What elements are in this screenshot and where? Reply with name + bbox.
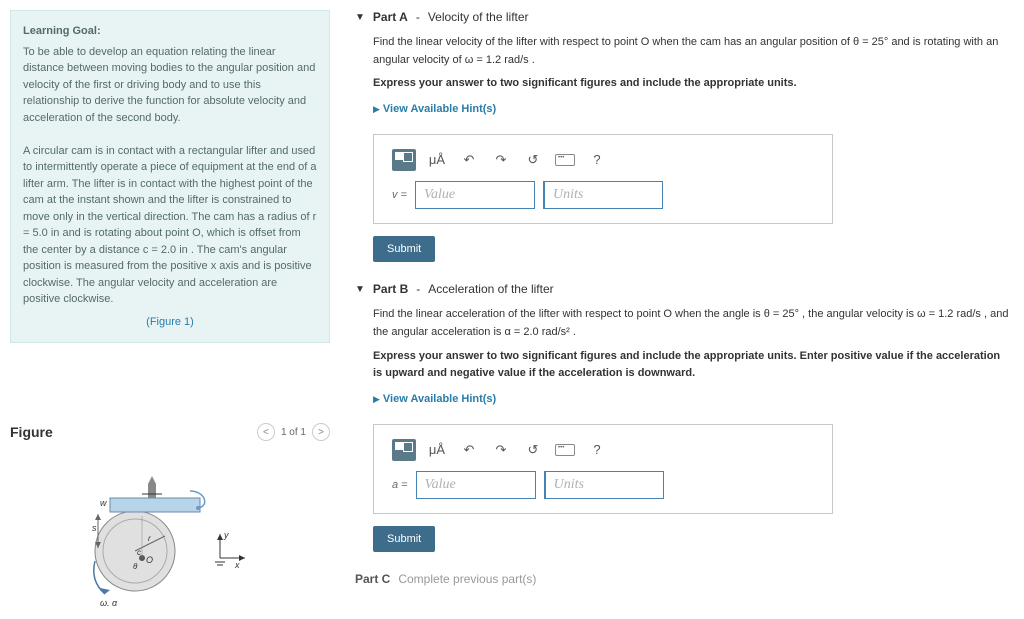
learning-goal-title: Learning Goal: [23,23,317,40]
part-a-variable: v = [392,187,407,205]
svg-text:s: s [92,523,97,533]
triangle-right-icon: ▶ [373,394,380,404]
caret-down-icon: ▼ [355,12,365,23]
part-a-header[interactable]: ▼ Part A - Velocity of the lifter [355,10,1009,24]
keyboard-icon[interactable] [554,149,576,171]
template-icon[interactable] [392,149,416,171]
figure-next-button[interactable]: > [312,423,330,441]
figure-counter: 1 of 1 [281,427,306,438]
learning-goal-para1: To be able to develop an equation relati… [23,44,317,127]
undo-icon[interactable]: ↶ [458,439,480,461]
part-a-submit-button[interactable]: Submit [373,236,435,262]
special-chars-icon[interactable]: μÅ [426,439,448,461]
part-a-answer-box: μÅ ↶ ↷ ↺ ? v = Value Units [373,134,833,224]
figure-diagram: O r c θ w ω, α s [10,456,330,609]
part-a-units-input[interactable]: Units [543,181,663,209]
svg-text:O: O [146,555,153,565]
part-a-label: Part A [373,10,408,24]
help-icon[interactable]: ? [586,149,608,171]
part-b-hints-link[interactable]: ▶View Available Hint(s) [373,391,496,409]
part-a-prompt2: Express your answer to two significant f… [373,75,1009,93]
template-icon[interactable] [392,439,416,461]
redo-icon[interactable]: ↷ [490,149,512,171]
part-a-subtitle: Velocity of the lifter [428,10,529,24]
keyboard-icon[interactable] [554,439,576,461]
svg-text:r: r [148,534,151,543]
figure-section-title: Figure [10,424,53,440]
part-c-text: Complete previous part(s) [398,572,536,586]
svg-text:θ: θ [133,562,138,571]
part-a: ▼ Part A - Velocity of the lifter Find t… [355,10,1009,262]
svg-text:w: w [100,498,107,508]
part-c: Part C Complete previous part(s) [355,572,1009,586]
svg-text:y: y [223,530,229,540]
part-b-variable: a = [392,477,408,495]
help-icon[interactable]: ? [586,439,608,461]
caret-down-icon: ▼ [355,284,365,295]
part-b-submit-button[interactable]: Submit [373,526,435,552]
part-b-prompt2: Express your answer to two significant f… [373,348,1009,383]
redo-icon[interactable]: ↷ [490,439,512,461]
svg-text:ω, α: ω, α [100,598,118,606]
figure-link[interactable]: (Figure 1) [23,314,317,331]
part-b-label: Part B [373,282,408,296]
part-b-answer-box: μÅ ↶ ↷ ↺ ? a = Value Units [373,424,833,514]
reset-icon[interactable]: ↺ [522,149,544,171]
part-a-prompt1: Find the linear velocity of the lifter w… [373,34,1009,69]
figure-prev-button[interactable]: < [257,423,275,441]
svg-text:c: c [137,548,141,557]
reset-icon[interactable]: ↺ [522,439,544,461]
part-b: ▼ Part B - Acceleration of the lifter Fi… [355,282,1009,552]
undo-icon[interactable]: ↶ [458,149,480,171]
part-a-value-input[interactable]: Value [415,181,535,209]
part-b-header[interactable]: ▼ Part B - Acceleration of the lifter [355,282,1009,296]
part-b-units-input[interactable]: Units [544,471,664,499]
triangle-right-icon: ▶ [373,104,380,114]
part-a-hints-link[interactable]: ▶View Available Hint(s) [373,101,496,119]
part-b-value-input[interactable]: Value [416,471,536,499]
part-b-prompt1: Find the linear acceleration of the lift… [373,306,1009,341]
special-chars-icon[interactable]: μÅ [426,149,448,171]
part-c-label: Part C [355,572,390,586]
svg-text:x: x [234,560,240,570]
learning-goal-para2: A circular cam is in contact with a rect… [23,143,317,308]
part-b-subtitle: Acceleration of the lifter [428,282,553,296]
learning-goal-panel: Learning Goal: To be able to develop an … [10,10,330,343]
